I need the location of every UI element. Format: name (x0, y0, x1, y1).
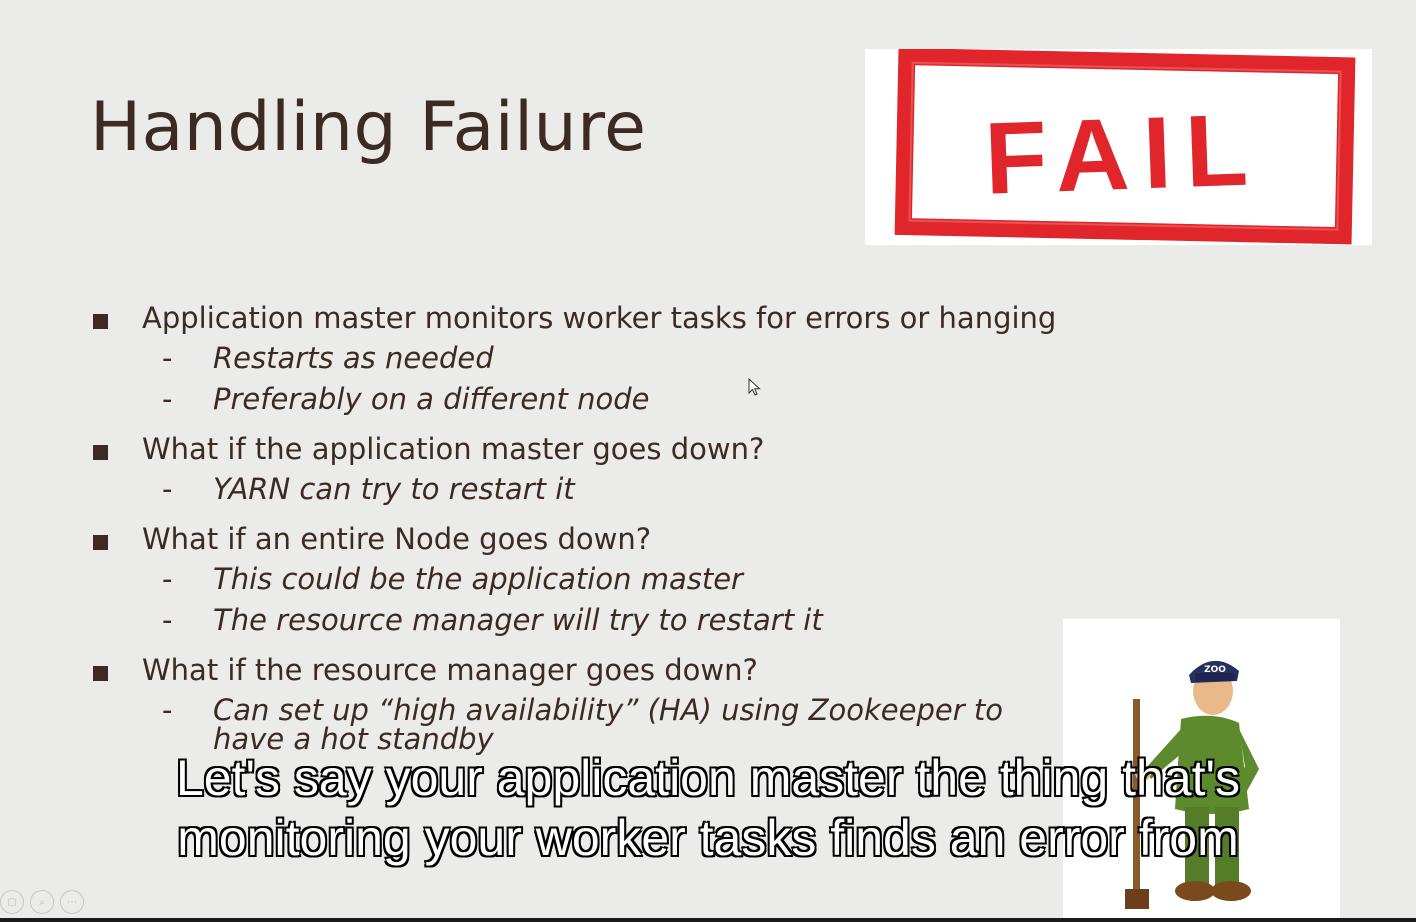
fail-stamp-image: FAIL (865, 49, 1372, 245)
sub-bullet-item: - Preferably on a different node (90, 379, 1050, 420)
slide: Handling Failure FAIL Application master… (0, 0, 1416, 922)
bullet-item: What if the application master goes down… (90, 429, 1050, 469)
bullet-text: What if the application master goes down… (142, 432, 765, 466)
bullet-text: What if the resource manager goes down? (142, 653, 758, 687)
slide-controls: ▢ ⌕ ⋯ (0, 890, 84, 916)
copy-icon[interactable]: ▢ (0, 890, 24, 914)
slide-title: Handling Failure (90, 88, 647, 167)
bullet-square-icon (93, 666, 108, 681)
dash-marker: - (162, 562, 173, 596)
bullet-text: What if an entire Node goes down? (142, 522, 652, 556)
bullet-square-icon (93, 535, 108, 550)
sub-bullet-item: - YARN can try to restart it (90, 469, 1050, 510)
bullet-item: What if the resource manager goes down? (90, 650, 1050, 690)
fail-stamp-graphic: FAIL (894, 49, 1356, 245)
zoo-cap-text: ZOO (1204, 665, 1226, 675)
bottom-bar (0, 918, 1416, 922)
zookeeper-image: ZOO (1063, 619, 1340, 922)
sub-bullet-item: - Restarts as needed (90, 338, 1050, 379)
bullet-list: Application master monitors worker tasks… (90, 298, 1056, 754)
sub-bullet-item: - Can set up “high availability” (HA) us… (90, 690, 1033, 754)
dash-marker: - (162, 382, 173, 416)
bullet-item: What if an entire Node goes down? (90, 519, 1050, 559)
dash-marker: - (162, 693, 173, 727)
bullet-text: Application master monitors worker tasks… (142, 301, 1057, 335)
sub-bullet-text: YARN can try to restart it (213, 472, 575, 506)
more-icon[interactable]: ⋯ (60, 890, 84, 914)
bullet-square-icon (93, 314, 108, 329)
sub-bullet-text: Preferably on a different node (213, 382, 650, 416)
bullet-item: Application master monitors worker tasks… (90, 298, 1056, 338)
zookeeper-illustration: ZOO (1125, 660, 1259, 909)
sub-bullet-text: The resource manager will try to restart… (213, 603, 823, 637)
mouse-cursor-icon (748, 377, 762, 402)
dash-marker: - (162, 472, 173, 506)
sub-bullet-text: This could be the application master (213, 562, 743, 596)
dash-marker: - (162, 341, 173, 375)
sub-bullet-item: - This could be the application master (90, 559, 1050, 600)
sub-bullet-text: Can set up “high availability” (HA) usin… (213, 693, 1003, 756)
fail-stamp-text: FAIL (983, 92, 1264, 216)
sub-bullet-text: Restarts as needed (213, 341, 494, 375)
zoom-icon[interactable]: ⌕ (30, 890, 54, 914)
sub-bullet-item: - The resource manager will try to resta… (90, 600, 1050, 641)
dash-marker: - (162, 603, 173, 637)
bullet-square-icon (93, 445, 108, 460)
